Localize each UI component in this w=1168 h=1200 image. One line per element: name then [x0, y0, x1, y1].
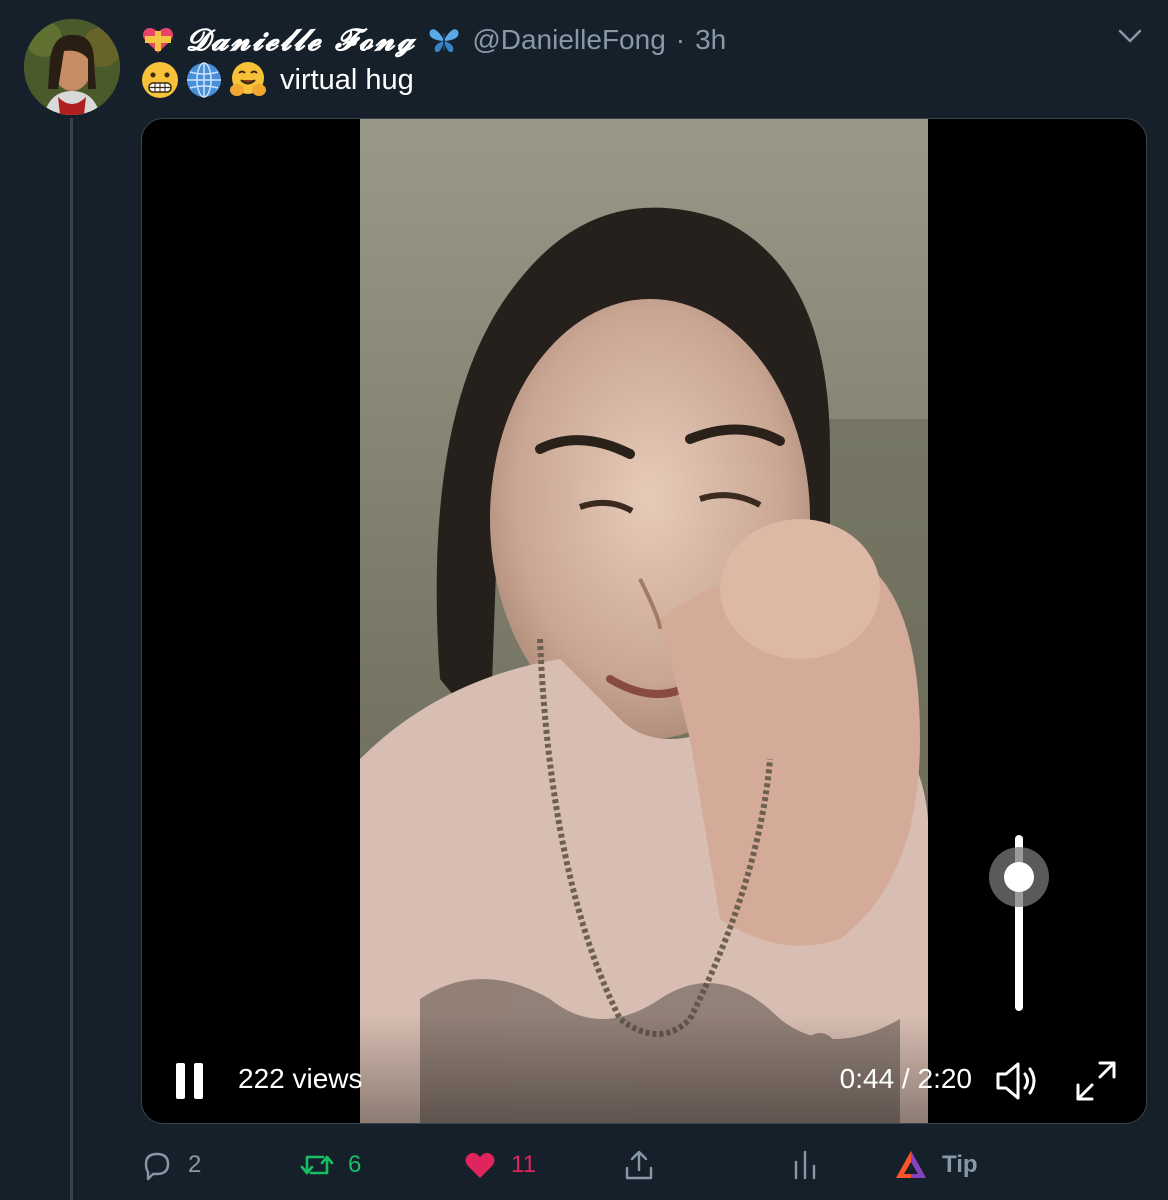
view-count: 222 views — [238, 1063, 363, 1094]
tip-label: Tip — [942, 1151, 978, 1178]
user-handle[interactable]: @DanielleFong — [472, 24, 665, 56]
reply-icon — [144, 1152, 170, 1181]
video-player[interactable]: 222 views 0:44 / 2:20 — [141, 118, 1147, 1124]
analytics-button[interactable] — [788, 1140, 822, 1190]
like-count: 11 — [511, 1151, 536, 1178]
pause-button[interactable] — [170, 1059, 210, 1103]
butterfly-icon — [426, 22, 462, 58]
globe-icon — [184, 60, 224, 100]
avatar[interactable] — [24, 19, 120, 115]
retweet-button[interactable]: 6 — [300, 1140, 361, 1190]
share-icon — [625, 1150, 653, 1180]
tip-icon — [896, 1151, 926, 1178]
tip-button[interactable]: Tip — [894, 1140, 978, 1190]
volume-icon — [996, 1062, 1036, 1100]
tweet-actions: 2 6 11 Tip — [140, 1140, 1020, 1190]
analytics-icon — [794, 1150, 816, 1180]
pause-icon — [176, 1063, 203, 1099]
tweet-header: 𝓓𝓪𝓷𝓲𝓮𝓵𝓵𝓮 𝓕𝓸𝓷𝓰 @DanielleFong · 3h — [140, 20, 726, 60]
reply-button[interactable]: 2 — [140, 1140, 201, 1190]
timestamp[interactable]: 3h — [695, 24, 726, 56]
reply-count: 2 — [188, 1151, 202, 1178]
like-button[interactable]: 11 — [463, 1140, 536, 1190]
retweet-icon — [300, 1155, 334, 1175]
tweet-text: virtual hug — [140, 58, 414, 102]
volume-slider[interactable] — [989, 835, 1049, 1013]
tweet-body: virtual hug — [280, 63, 414, 96]
display-name[interactable]: 𝓓𝓪𝓷𝓲𝓮𝓵𝓵𝓮 𝓕𝓸𝓷𝓰 — [186, 23, 416, 58]
share-button[interactable] — [622, 1140, 656, 1190]
time-readout: 0:44 / 2:20 — [839, 1063, 972, 1094]
fullscreen-button[interactable] — [1074, 1059, 1118, 1103]
fullscreen-icon — [1076, 1061, 1116, 1101]
retweet-count: 6 — [348, 1151, 362, 1178]
thread-line — [70, 118, 73, 1200]
grimacing-face-icon — [140, 60, 180, 100]
chevron-down-icon[interactable] — [1116, 22, 1144, 50]
volume-thumb[interactable] — [989, 846, 1049, 907]
hugging-face-icon — [228, 60, 268, 100]
like-icon — [465, 1152, 495, 1178]
heart-ribbon-icon — [140, 22, 176, 58]
volume-button[interactable] — [994, 1059, 1042, 1103]
separator-dot: · — [675, 24, 686, 55]
video-frame[interactable] — [360, 119, 928, 1123]
